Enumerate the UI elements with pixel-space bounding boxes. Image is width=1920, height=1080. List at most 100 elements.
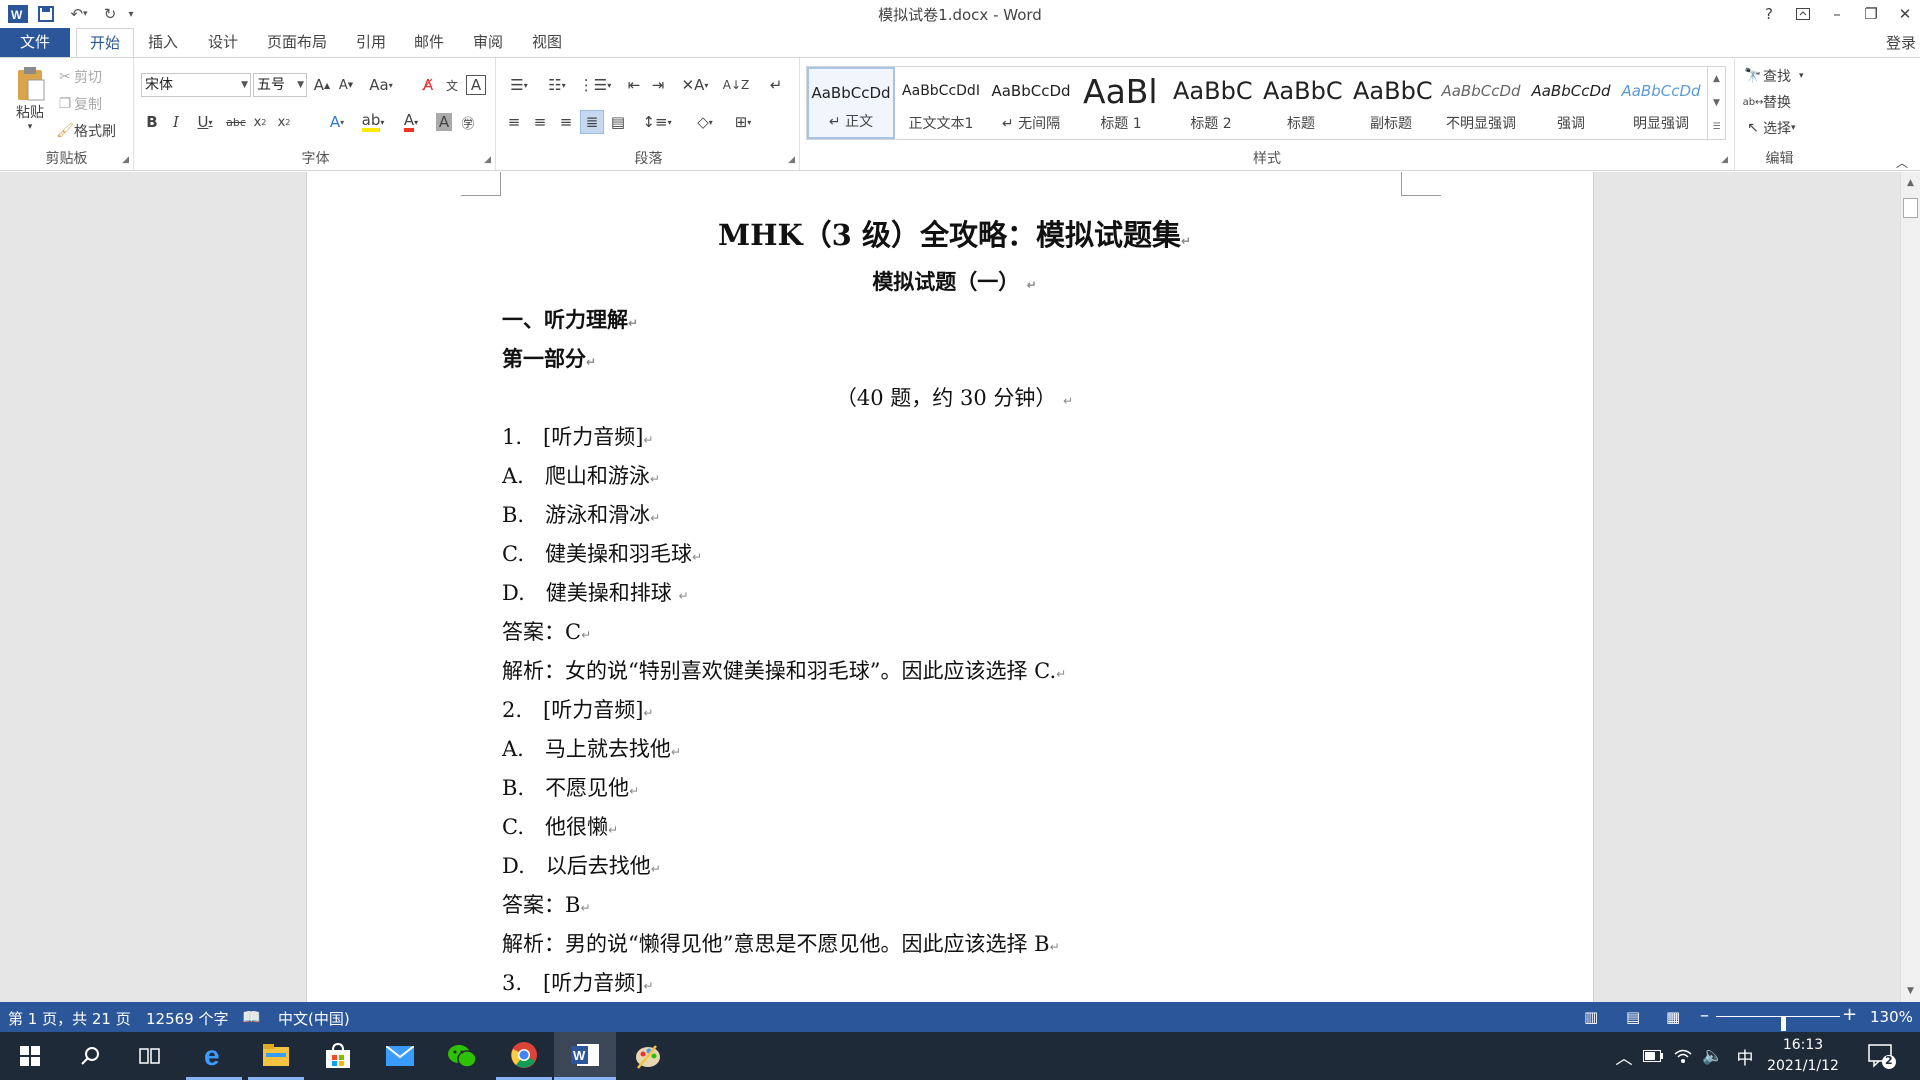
read-mode-icon[interactable]: ▥ [1584, 1008, 1598, 1026]
style-body-text-1[interactable]: AaBbCcDdI 正文文本1 [897, 67, 985, 139]
underline-icon[interactable]: U ▾ [188, 110, 222, 134]
shrink-font-icon[interactable]: A ▼ [334, 73, 358, 97]
start-icon[interactable] [2, 1032, 58, 1080]
close-button[interactable]: ✕ [1888, 2, 1920, 26]
file-explorer-icon[interactable] [248, 1032, 304, 1080]
volume-icon[interactable]: 🔈 [1700, 1032, 1726, 1080]
font-launcher-icon[interactable]: ◢ [484, 155, 491, 165]
scroll-up-icon[interactable]: ▲ [1901, 174, 1920, 192]
mail-icon[interactable] [372, 1032, 428, 1080]
paste-button[interactable]: 粘贴 ▾ [8, 66, 52, 142]
scroll-thumb[interactable] [1903, 198, 1918, 218]
ime-indicator[interactable]: 中 [1730, 1032, 1760, 1080]
style-normal[interactable]: AaBbCcDd ↵ 正文 [807, 67, 895, 139]
italic-icon[interactable]: I [164, 110, 188, 134]
tab-layout[interactable]: 页面布局 [260, 28, 334, 57]
subscript-icon[interactable]: x2 [248, 110, 272, 134]
decrease-indent-icon[interactable]: ⇤ [622, 73, 646, 97]
tab-mailings[interactable]: 邮件 [406, 28, 452, 57]
clear-formatting-icon[interactable]: A̸ [416, 73, 440, 97]
scroll-down-icon[interactable]: ▼ [1901, 982, 1920, 1000]
clipboard-launcher-icon[interactable]: ◢ [122, 155, 129, 165]
sign-in-link[interactable]: 登录 [1886, 32, 1916, 53]
shading-icon[interactable]: ◇ ▾ [688, 110, 722, 134]
style-heading-1[interactable]: AaBl 标题 1 [1077, 67, 1165, 139]
font-color-icon[interactable]: A ▾ [394, 110, 428, 134]
sort-icon[interactable]: A↓Z [723, 73, 749, 97]
zoom-in-icon[interactable]: + [1842, 1004, 1857, 1025]
style-intense-emphasis[interactable]: AaBbCcDd 明显强调 [1617, 67, 1705, 139]
numbering-icon[interactable]: ☷ ▾ [540, 73, 574, 97]
clock[interactable]: 16:13 2021/1/12 [1763, 1035, 1843, 1077]
paint-icon[interactable] [620, 1032, 676, 1080]
print-layout-icon[interactable]: ▤ [1626, 1008, 1640, 1026]
gallery-more-icon[interactable]: ☰ [1707, 115, 1725, 139]
style-title[interactable]: AaBbC 标题 [1257, 67, 1345, 139]
battery-icon[interactable] [1640, 1032, 1666, 1080]
chinese-layout-icon[interactable]: ✕A ▾ [678, 73, 712, 97]
justify-icon[interactable]: ≣ [580, 110, 604, 134]
task-view-icon[interactable] [122, 1032, 178, 1080]
copy-button[interactable]: ❐ 复制 [56, 94, 102, 114]
align-left-icon[interactable]: ≡ [502, 110, 526, 134]
multilevel-list-icon[interactable]: ⋮☰ ▾ [578, 73, 612, 97]
style-subtitle[interactable]: AaBbC 副标题 [1347, 67, 1435, 139]
edge-icon[interactable]: e [186, 1032, 242, 1080]
font-size-combo[interactable]: 五号 ▼ [253, 73, 307, 97]
zoom-out-icon[interactable]: – [1700, 1005, 1709, 1026]
replace-button[interactable]: ab↔ 替换 [1743, 92, 1791, 112]
styles-launcher-icon[interactable]: ◢ [1721, 155, 1728, 165]
highlight-color-icon[interactable]: ab ▾ [356, 110, 390, 134]
zoom-level[interactable]: 130% [1870, 1008, 1913, 1026]
chrome-icon[interactable] [496, 1032, 552, 1080]
tab-insert[interactable]: 插入 [140, 28, 186, 57]
bullets-icon[interactable]: ☰ ▾ [502, 73, 536, 97]
superscript-icon[interactable]: x2 [272, 110, 296, 134]
store-icon[interactable] [310, 1032, 366, 1080]
ribbon-display-options-icon[interactable] [1786, 2, 1820, 26]
search-icon[interactable] [62, 1032, 118, 1080]
proofing-icon[interactable]: 📖 [242, 1008, 261, 1026]
tab-view[interactable]: 视图 [524, 28, 570, 57]
style-emphasis[interactable]: AaBbCcDd 强调 [1527, 67, 1615, 139]
bold-icon[interactable]: B [140, 110, 164, 134]
phonetic-guide-icon[interactable]: 文 [440, 73, 464, 97]
language-indicator[interactable]: 中文(中国) [278, 1008, 350, 1029]
document-page[interactable]: MHK（3 级）全攻略：模拟试题集↵ 模拟试题（一） ↵ 一、听力理解↵ 第一部… [306, 172, 1594, 1002]
zoom-slider-thumb[interactable] [1780, 1017, 1786, 1031]
font-name-combo[interactable]: 宋体 ▼ [141, 73, 251, 97]
cut-button[interactable]: ✂ 剪切 [56, 67, 102, 87]
line-spacing-icon[interactable]: ↕≡ ▾ [640, 110, 674, 134]
gallery-up-icon[interactable]: ▲ [1707, 67, 1725, 91]
web-layout-icon[interactable]: ▦ [1666, 1008, 1680, 1026]
help-button[interactable]: ? [1752, 2, 1786, 26]
increase-indent-icon[interactable]: ⇥ [646, 73, 670, 97]
tab-home[interactable]: 开始 [76, 28, 134, 58]
word-taskbar-icon[interactable]: W [554, 1032, 616, 1080]
style-no-spacing[interactable]: AaBbCcDd ↵ 无间隔 [987, 67, 1075, 139]
wifi-icon[interactable] [1670, 1032, 1696, 1080]
gallery-down-icon[interactable]: ▼ [1707, 91, 1725, 115]
tab-design[interactable]: 设计 [200, 28, 246, 57]
word-count[interactable]: 12569 个字 [146, 1008, 229, 1029]
grow-font-icon[interactable]: A ▲ [310, 73, 334, 97]
page-count[interactable]: 第 1 页，共 21 页 [8, 1008, 131, 1029]
tab-file[interactable]: 文件 [0, 28, 70, 57]
text-effects-icon[interactable]: A ▾ [322, 110, 352, 134]
change-case-button[interactable]: Aa ▾ [364, 73, 398, 97]
strikethrough-icon[interactable]: abc [224, 110, 248, 134]
find-button[interactable]: 🔭 查找 ▾ [1743, 66, 1803, 86]
enclose-characters-icon[interactable]: ㊫ [456, 110, 480, 134]
notifications-icon[interactable]: 2 [1862, 1032, 1902, 1080]
paragraph-launcher-icon[interactable]: ◢ [788, 155, 795, 165]
collapse-ribbon-icon[interactable]: ︿ [1896, 154, 1908, 171]
wechat-icon[interactable] [434, 1032, 490, 1080]
vertical-scrollbar[interactable]: ▲ ▼ [1900, 172, 1920, 1002]
tab-review[interactable]: 审阅 [465, 28, 511, 57]
character-border-icon[interactable]: A [466, 75, 486, 95]
distributed-icon[interactable]: ▤ [606, 110, 630, 134]
select-button[interactable]: ↖ 选择 ▾ [1743, 118, 1795, 138]
minimize-button[interactable]: – [1820, 2, 1854, 26]
zoom-slider[interactable] [1716, 1016, 1840, 1031]
style-heading-2[interactable]: AaBbC 标题 2 [1167, 67, 1255, 139]
